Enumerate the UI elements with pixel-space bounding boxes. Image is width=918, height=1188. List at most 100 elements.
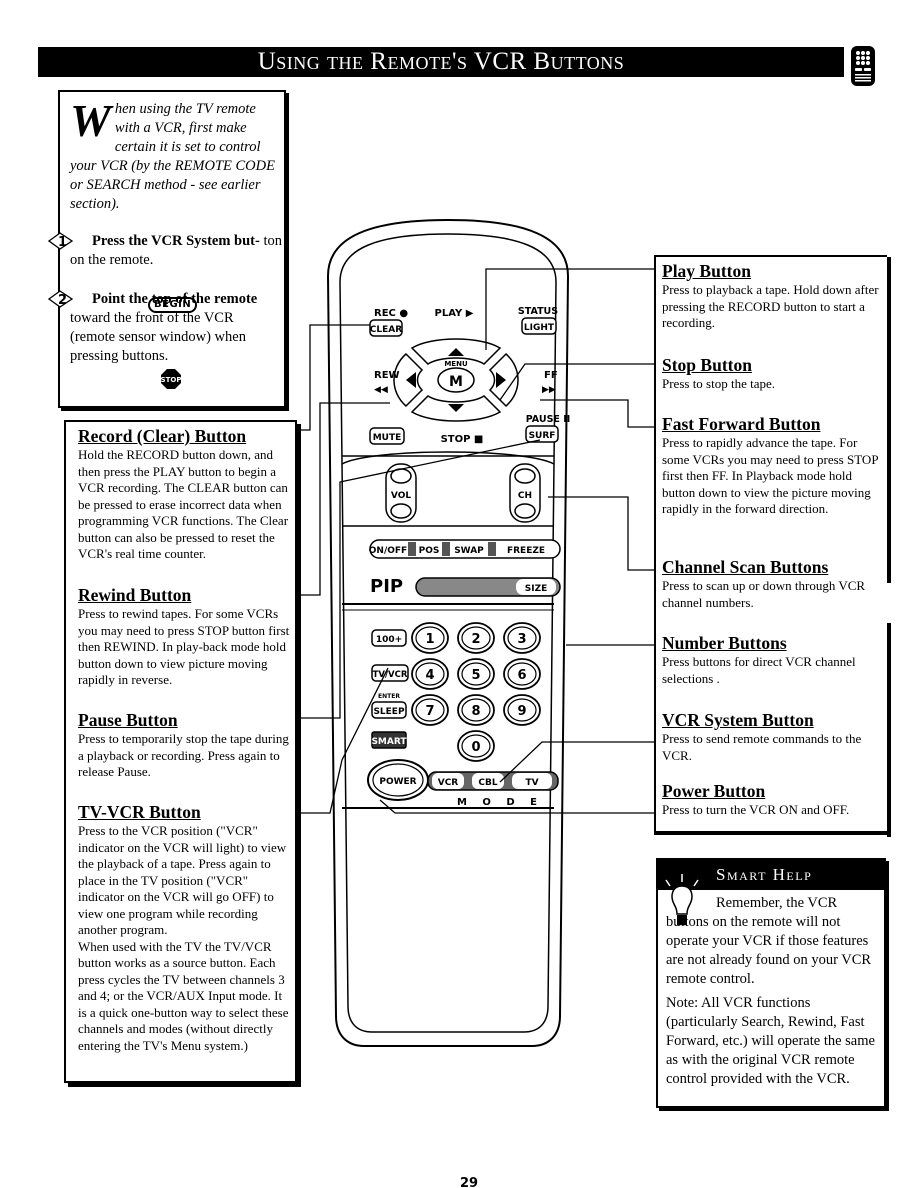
intro-text: When using the TV remote with a VCR, fir… — [70, 95, 280, 214]
pause-description: Pause Button Press to temporarily stop t… — [78, 710, 290, 781]
power-button[interactable]: POWER — [367, 759, 429, 801]
svg-text:MUTE: MUTE — [373, 433, 402, 443]
digit-7-button[interactable]: 7 — [411, 694, 449, 726]
ch-label: CH — [518, 491, 532, 501]
svg-text:STOP: STOP — [161, 376, 182, 384]
digit-1-button[interactable]: 1 — [411, 622, 449, 654]
status-label: STATUS — [518, 306, 558, 317]
step-1: 1 Press the VCR System but- ton on the r… — [48, 232, 282, 270]
mode-vcr-button[interactable]: VCR — [432, 773, 464, 789]
light-button[interactable]: LIGHT — [521, 317, 557, 335]
rewind-description: Rewind Button Press to rewind tapes. For… — [78, 585, 290, 689]
rew-symbol: ◀◀ — [374, 385, 388, 395]
clear-button[interactable]: CLEAR — [369, 319, 403, 337]
surf-button[interactable]: SURF — [525, 425, 559, 443]
rewind-title: Rewind Button — [78, 585, 192, 605]
svg-text:SURF: SURF — [529, 431, 556, 441]
pip-swap-button[interactable]: SWAP — [454, 546, 484, 556]
digit-0-button[interactable]: 0 — [457, 730, 495, 762]
pip-size-button[interactable]: SIZE — [525, 584, 548, 594]
step-2-text: toward the front of the VCR (remote sens… — [70, 310, 246, 364]
svg-text:2: 2 — [58, 293, 67, 308]
svg-text:100+: 100+ — [376, 635, 402, 645]
fast-forward-title: Fast Forward Button — [662, 414, 821, 434]
digit-9-button[interactable]: 9 — [503, 694, 541, 726]
smart-help-panel: Smart Help Remember, the VCR buttons on … — [656, 858, 886, 1108]
svg-text:CLEAR: CLEAR — [370, 325, 402, 335]
digit-8-button[interactable]: 8 — [457, 694, 495, 726]
step-2-bold: Point the top of the remote — [92, 291, 258, 307]
step-2: 2 Point the top of the remote toward the… — [48, 290, 282, 366]
digit-5-button[interactable]: 5 — [457, 658, 495, 690]
smart-help-text: Remember, the VCR buttons on the remote … — [666, 894, 880, 1094]
number-buttons-body: Press buttons for direct VCR channel sel… — [662, 654, 856, 686]
stop-body: Press to stop the tape. — [662, 376, 776, 391]
left-descriptions-panel: Record (Clear) Button Hold the RECORD bu… — [64, 420, 297, 1083]
power-title: Power Button — [662, 781, 766, 801]
play-body: Press to playback a tape. Hold down afte… — [662, 282, 879, 330]
hundred-plus-button[interactable]: 100+ — [371, 629, 407, 647]
step-1-bold: Press the VCR System but- — [92, 233, 260, 249]
svg-text:SMART: SMART — [371, 737, 407, 747]
sleep-button[interactable]: SLEEP — [371, 701, 407, 719]
number-buttons-description: Number Buttons Press buttons for direct … — [662, 633, 882, 687]
pip-freeze-button[interactable]: FREEZE — [507, 546, 545, 556]
smart-button[interactable]: SMART — [371, 731, 407, 749]
svg-text:0: 0 — [471, 740, 480, 755]
vcr-system-body: Press to send remote commands to the VCR… — [662, 731, 862, 763]
pip-label: PIP — [370, 576, 403, 597]
stop-title: Stop Button — [662, 355, 752, 375]
right-descriptions-panel: Play Button Press to playback a tape. Ho… — [654, 255, 891, 837]
pip-pos-button[interactable]: POS — [419, 546, 440, 556]
svg-text:CBL: CBL — [478, 778, 497, 788]
vol-label: VOL — [391, 491, 411, 501]
vcr-system-description: VCR System Button Press to send remote c… — [662, 710, 882, 764]
record-clear-body: Hold the RECORD button down, and then pr… — [78, 447, 289, 561]
digit-2-button[interactable]: 2 — [457, 622, 495, 654]
menu-label: MENU — [444, 360, 468, 368]
svg-text:3: 3 — [517, 632, 526, 647]
digit-6-button[interactable]: 6 — [503, 658, 541, 690]
step-1-arrow-icon: 1 — [48, 232, 74, 250]
svg-text:TV: TV — [525, 778, 538, 788]
ff-symbol: ▶▶ — [542, 385, 556, 395]
tv-vcr-body: Press to the VCR position ("VCR" indicat… — [78, 823, 287, 937]
pip-on-off-button[interactable]: ON/OFF — [369, 546, 407, 556]
record-clear-title: Record (Clear) Button — [78, 426, 247, 446]
svg-text:2: 2 — [471, 632, 480, 647]
vcr-system-title: VCR System Button — [662, 710, 814, 730]
svg-text:7: 7 — [425, 704, 434, 719]
remote-control-icon — [851, 46, 875, 86]
dropcap: W — [70, 95, 111, 146]
svg-text:1: 1 — [58, 235, 67, 250]
mode-cbl-button[interactable]: CBL — [472, 773, 504, 789]
page-title-text: Using the Remote's VCR Buttons — [257, 48, 625, 75]
remote-control-illustration: REC ● CLEAR PLAY ▶ STATUS LIGHT MENU M R… — [326, 218, 570, 1047]
digit-3-button[interactable]: 3 — [503, 622, 541, 654]
mode-tv-button[interactable]: TV — [512, 773, 552, 789]
svg-text:TV/VCR: TV/VCR — [373, 670, 408, 680]
page-number: 29 — [460, 1176, 479, 1188]
record-clear-description: Record (Clear) Button Hold the RECORD bu… — [78, 426, 290, 563]
svg-text:4: 4 — [425, 668, 434, 683]
power-description: Power Button Press to turn the VCR ON an… — [662, 781, 882, 819]
svg-text:LIGHT: LIGHT — [524, 323, 555, 333]
svg-text:POWER: POWER — [379, 777, 416, 787]
smart-help-para-1: Remember, the VCR buttons on the remote … — [666, 895, 872, 987]
fast-forward-description: Fast Forward Button Press to rapidly adv… — [662, 414, 882, 518]
enter-label: ENTER — [378, 693, 400, 700]
digit-4-button[interactable]: 4 — [411, 658, 449, 690]
tv-vcr-body-2: When used with the TV the TV/VCR button … — [78, 938, 289, 1053]
pause-body: Press to temporarily stop the tape durin… — [78, 731, 289, 779]
rewind-body: Press to rewind tapes. For some VCRs you… — [78, 606, 290, 687]
svg-text:SLEEP: SLEEP — [373, 707, 405, 717]
mute-button[interactable]: MUTE — [369, 427, 405, 445]
svg-text:9: 9 — [517, 704, 526, 719]
play-description: Play Button Press to playback a tape. Ho… — [662, 261, 882, 332]
svg-text:1: 1 — [425, 632, 434, 647]
play-title: Play Button — [662, 261, 751, 281]
stop-description: Stop Button Press to stop the tape. — [662, 355, 882, 393]
stop-sign-icon: STOP — [161, 369, 182, 389]
tv-vcr-button[interactable]: TV/VCR — [371, 664, 409, 682]
channel-scan-description: Channel Scan Buttons Press to scan up or… — [662, 557, 882, 611]
